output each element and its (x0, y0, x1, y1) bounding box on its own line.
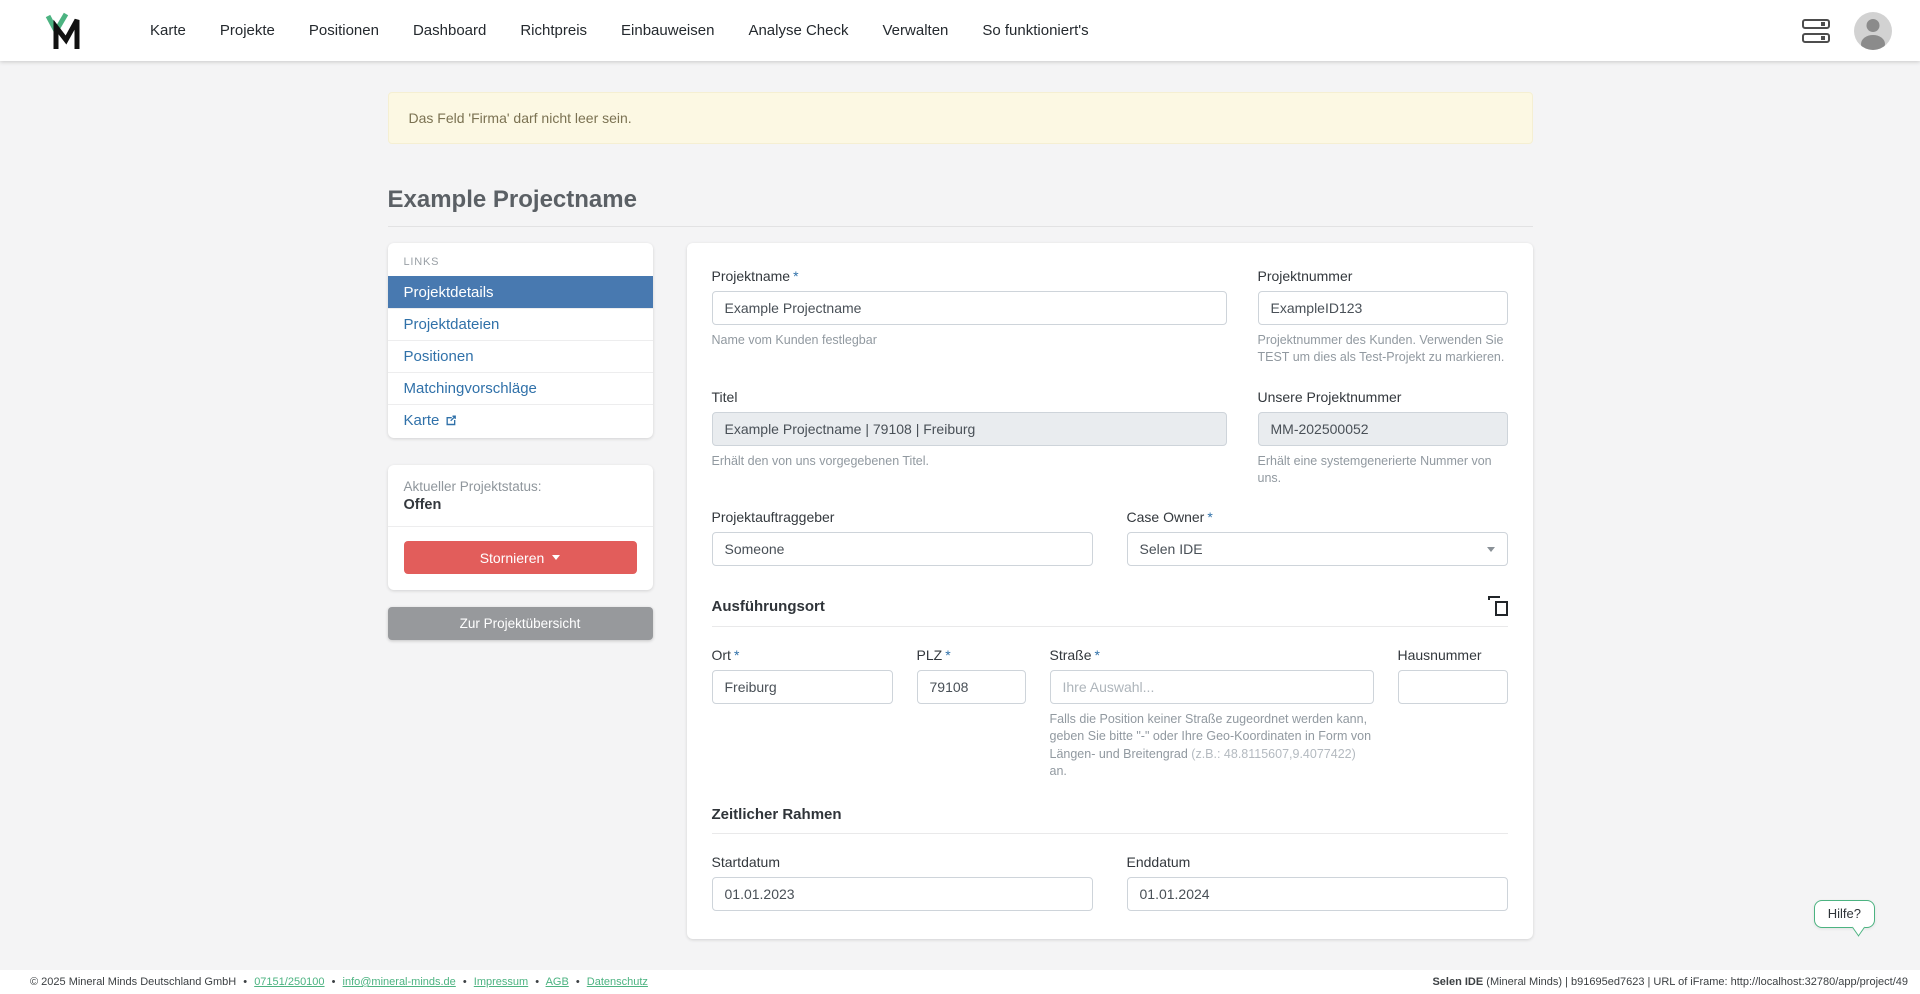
footer-session-details: (Mineral Minds) | b91695ed7623 | URL of … (1483, 976, 1908, 988)
unsere-projektnummer-input (1258, 412, 1508, 446)
strasse-input[interactable] (1050, 670, 1374, 704)
footer-separator: • (463, 976, 467, 988)
hausnummer-label: Hausnummer (1398, 647, 1508, 663)
sidebar-item-karte[interactable]: Karte (388, 404, 653, 436)
footer-separator: • (576, 976, 580, 988)
hausnummer-input[interactable] (1398, 670, 1508, 704)
page-title: Example Projectname (388, 186, 1533, 214)
sidebar-item-matchingvorschlaege[interactable]: Matchingvorschläge (388, 372, 653, 404)
footer-link-datenschutz[interactable]: Datenschutz (587, 976, 648, 988)
project-status-value: Offen (404, 497, 637, 513)
project-details-form: Projektname* Name vom Kunden festlegbar … (687, 243, 1533, 939)
project-status-label: Aktueller Projektstatus: (404, 479, 637, 494)
footer-user-name: Selen IDE (1432, 976, 1483, 988)
projektnummer-input[interactable] (1258, 291, 1508, 325)
footer-session-info: Selen IDE (Mineral Minds) | b91695ed7623… (1432, 976, 1908, 988)
required-asterisk: * (734, 647, 739, 663)
projektauftraggeber-label: Projektauftraggeber (712, 509, 1093, 525)
ort-label: Ort* (712, 647, 893, 663)
server-icon[interactable] (1802, 19, 1830, 43)
cancel-project-button[interactable]: Stornieren (404, 541, 637, 574)
required-asterisk: * (945, 647, 950, 663)
titel-helper: Erhält den von uns vorgegebenen Titel. (712, 453, 1227, 470)
sidebar-item-projektdateien[interactable]: Projektdateien (388, 308, 653, 340)
projektnummer-label: Projektnummer (1258, 268, 1508, 284)
titel-input (712, 412, 1227, 446)
main-nav: Karte Projekte Positionen Dashboard Rich… (133, 22, 1106, 39)
nav-item-projekte[interactable]: Projekte (203, 22, 292, 39)
validation-alert: Das Feld 'Firma' darf nicht leer sein. (388, 92, 1533, 144)
status-divider (388, 526, 653, 527)
case-owner-selected-value: Selen IDE (1140, 541, 1203, 557)
external-link-icon (445, 414, 457, 426)
startdatum-input[interactable] (712, 877, 1093, 911)
nav-item-richtpreis[interactable]: Richtpreis (503, 22, 604, 39)
unsere-projektnummer-helper: Erhält eine systemgenerierte Nummer von … (1258, 453, 1508, 488)
section-divider (712, 833, 1508, 834)
sidebar-links-header: LINKS (388, 243, 653, 276)
help-button[interactable]: Hilfe? (1814, 900, 1875, 928)
nav-item-karte[interactable]: Karte (133, 22, 203, 39)
footer-separator: • (243, 976, 247, 988)
cancel-project-button-label: Stornieren (480, 550, 545, 566)
footer-link-agb[interactable]: AGB (546, 976, 569, 988)
projektauftraggeber-input[interactable] (712, 532, 1093, 566)
case-owner-select[interactable]: Selen IDE (1127, 532, 1508, 566)
copy-icon[interactable] (1488, 596, 1508, 616)
nav-item-verwalten[interactable]: Verwalten (866, 22, 966, 39)
required-asterisk: * (793, 268, 798, 284)
footer: © 2025 Mineral Minds Deutschland GmbH • … (0, 970, 1920, 994)
title-divider (388, 226, 1533, 227)
zeitlicher-rahmen-section-title: Zeitlicher Rahmen (712, 806, 842, 823)
projektname-input[interactable] (712, 291, 1227, 325)
case-owner-label: Case Owner* (1127, 509, 1508, 525)
enddatum-label: Enddatum (1127, 854, 1508, 870)
user-avatar[interactable] (1854, 12, 1892, 50)
footer-link-phone[interactable]: 07151/250100 (254, 976, 324, 988)
validation-alert-message: Das Feld 'Firma' darf nicht leer sein. (409, 110, 632, 126)
footer-link-email[interactable]: info@mineral-minds.de (343, 976, 456, 988)
nav-item-analyse-check[interactable]: Analyse Check (731, 22, 865, 39)
nav-item-positionen[interactable]: Positionen (292, 22, 396, 39)
footer-copyright: © 2025 Mineral Minds Deutschland GmbH (30, 976, 236, 988)
projektname-label: Projektname* (712, 268, 1227, 284)
strasse-label: Straße* (1050, 647, 1374, 663)
required-asterisk: * (1207, 509, 1212, 525)
enddatum-input[interactable] (1127, 877, 1508, 911)
section-divider (712, 626, 1508, 627)
titel-label: Titel (712, 389, 1227, 405)
footer-separator: • (535, 976, 539, 988)
strasse-helper: Falls die Position keiner Straße zugeord… (1050, 711, 1374, 780)
startdatum-label: Startdatum (712, 854, 1093, 870)
required-asterisk: * (1095, 647, 1100, 663)
ausfuehrungsort-section-title: Ausführungsort (712, 598, 825, 615)
plz-label: PLZ* (917, 647, 1026, 663)
unsere-projektnummer-label: Unsere Projektnummer (1258, 389, 1508, 405)
footer-left: © 2025 Mineral Minds Deutschland GmbH • … (30, 976, 648, 988)
sidebar: LINKS Projektdetails Projektdateien Posi… (388, 243, 653, 640)
footer-separator: • (332, 976, 336, 988)
mineral-minds-logo-icon[interactable] (45, 11, 85, 51)
page-body: Das Feld 'Firma' darf nicht leer sein. E… (0, 61, 1920, 970)
top-navbar: Karte Projekte Positionen Dashboard Rich… (0, 0, 1920, 61)
ort-input[interactable] (712, 670, 893, 704)
nav-item-dashboard[interactable]: Dashboard (396, 22, 503, 39)
projektname-helper: Name vom Kunden festlegbar (712, 332, 1227, 349)
projektnummer-helper: Projektnummer des Kunden. Verwenden Sie … (1258, 332, 1508, 367)
sidebar-item-karte-label: Karte (404, 412, 440, 429)
plz-input[interactable] (917, 670, 1026, 704)
sidebar-item-projektdetails[interactable]: Projektdetails (388, 276, 653, 308)
nav-item-so-funktionierts[interactable]: So funktioniert's (965, 22, 1105, 39)
nav-item-einbauweisen[interactable]: Einbauweisen (604, 22, 731, 39)
back-to-project-overview-button[interactable]: Zur Projektübersicht (388, 607, 653, 640)
sidebar-item-positionen[interactable]: Positionen (388, 340, 653, 372)
chevron-down-icon (552, 555, 560, 560)
footer-link-impressum[interactable]: Impressum (474, 976, 528, 988)
chevron-down-icon (1487, 547, 1495, 552)
